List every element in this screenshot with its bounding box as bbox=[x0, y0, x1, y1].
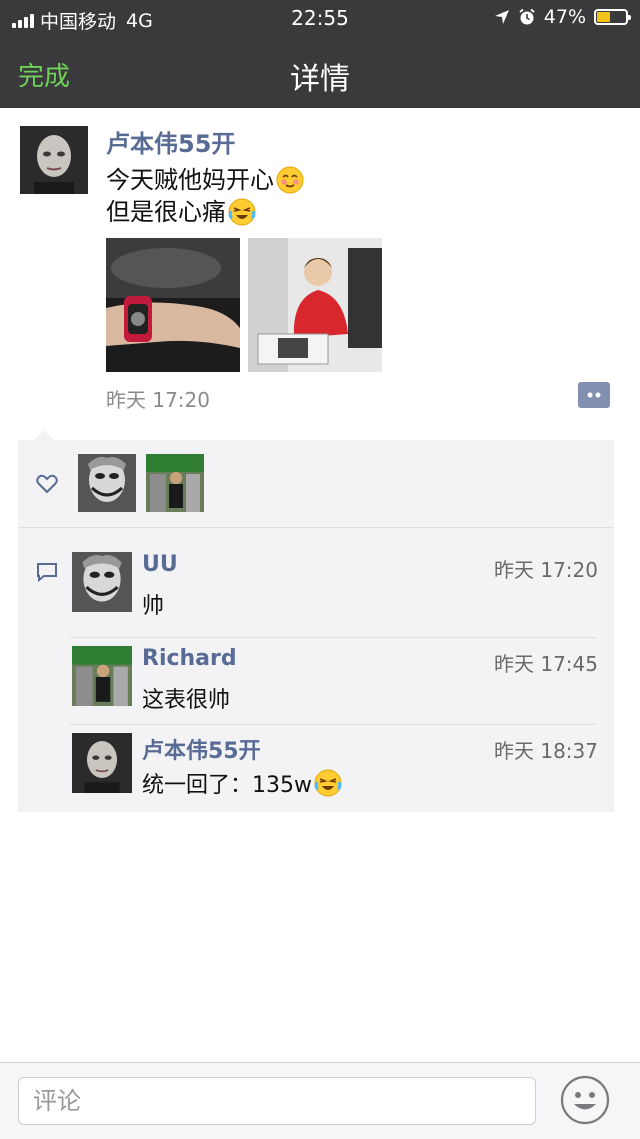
post-text-line-1: 今天贼他妈开心 bbox=[106, 164, 304, 196]
status-bar: 中国移动 4G 22:55 47% bbox=[0, 0, 640, 36]
done-button[interactable]: 完成 bbox=[18, 56, 70, 93]
comment-bar bbox=[0, 1062, 640, 1139]
status-right: 47% bbox=[494, 6, 631, 28]
post-text-line-2: 但是很心痛 bbox=[106, 196, 304, 228]
comment-time: 昨天 17:45 bbox=[494, 652, 598, 676]
nav-bar: 完成 详情 bbox=[0, 36, 640, 108]
comment-time: 昨天 18:37 bbox=[494, 739, 598, 763]
comment-author[interactable]: UU bbox=[142, 552, 178, 577]
heart-icon bbox=[36, 474, 58, 494]
network-label: 4G bbox=[126, 9, 153, 32]
blush-emoji bbox=[276, 166, 304, 194]
likes-row bbox=[18, 440, 614, 528]
alarm-icon bbox=[519, 8, 535, 25]
comment-author[interactable]: Richard bbox=[142, 646, 237, 671]
comment-text: 帅 bbox=[142, 594, 165, 619]
post-author-name[interactable]: 卢本伟55开 bbox=[106, 124, 235, 159]
author-avatar[interactable] bbox=[20, 126, 88, 194]
location-icon bbox=[494, 10, 509, 24]
comment-item-author[interactable]: 卢本伟55开 昨天 18:37 统一回了：135w bbox=[72, 733, 598, 803]
comment-divider bbox=[70, 724, 596, 725]
red-hoodie-photo[interactable] bbox=[248, 238, 382, 372]
like-avatar-joker[interactable] bbox=[78, 454, 136, 512]
comment-avatar-uu[interactable] bbox=[72, 552, 132, 612]
status-left: 中国移动 4G bbox=[12, 7, 153, 34]
comment-item-richard[interactable]: Richard 昨天 17:45 这表很帅 bbox=[72, 646, 598, 726]
comment-input[interactable] bbox=[18, 1077, 536, 1125]
smiley-face-icon[interactable] bbox=[560, 1075, 610, 1125]
comment-divider bbox=[70, 637, 596, 638]
signal-icon bbox=[12, 13, 34, 28]
laugh-cry-emoji bbox=[228, 198, 256, 226]
comment-author[interactable]: 卢本伟55开 bbox=[142, 733, 261, 765]
comment-text: 这表很帅 bbox=[142, 688, 231, 713]
post-text: 今天贼他妈开心 但是很心痛 bbox=[106, 164, 304, 228]
comment-avatar-richard[interactable] bbox=[72, 646, 132, 706]
comment-avatar-author[interactable] bbox=[72, 733, 132, 793]
comment-text: 统一回了：135w bbox=[142, 773, 312, 798]
battery-percent: 47% bbox=[543, 6, 586, 28]
comment-text-row: 统一回了：135w bbox=[142, 767, 342, 799]
post-text-line-1-text: 今天贼他妈开心 bbox=[106, 166, 274, 194]
carrier-label: 中国移动 bbox=[40, 11, 117, 33]
post-time: 昨天 17:20 bbox=[106, 388, 210, 412]
comment-menu-icon[interactable] bbox=[578, 382, 610, 408]
like-avatar-street[interactable] bbox=[146, 454, 204, 512]
comment-icon bbox=[37, 563, 57, 582]
interaction-panel: UU 昨天 17:20 帅 Richard 昨天 17:45 这表很帅 卢本伟5… bbox=[18, 430, 614, 812]
page-title: 详情 bbox=[290, 62, 350, 97]
laugh-cry-emoji bbox=[314, 769, 342, 797]
battery-fill bbox=[597, 12, 610, 22]
comment-item-uu[interactable]: UU 昨天 17:20 帅 bbox=[72, 552, 598, 632]
watch-photo[interactable] bbox=[106, 238, 240, 372]
battery-icon bbox=[594, 9, 631, 25]
post-text-line-2-text: 但是很心痛 bbox=[106, 198, 226, 226]
comment-time: 昨天 17:20 bbox=[494, 558, 598, 582]
